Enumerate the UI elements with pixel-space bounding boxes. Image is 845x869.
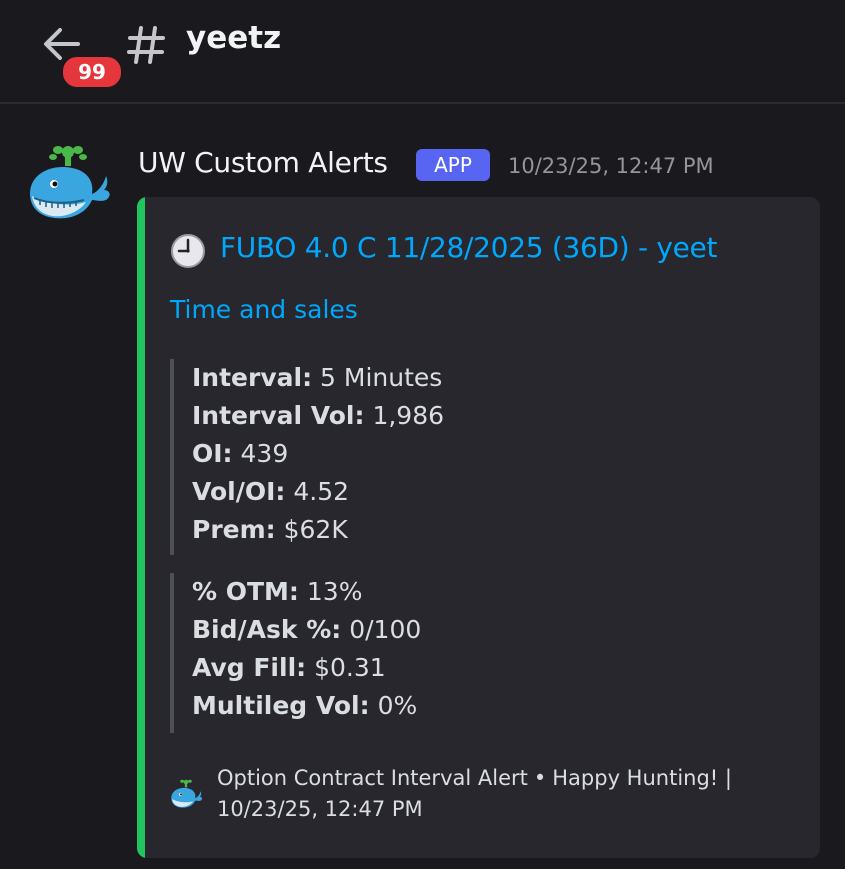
field-label: Vol/OI: [192, 477, 286, 506]
whale-icon[interactable] [24, 140, 112, 226]
field-value: 0% [377, 691, 418, 720]
field-prem: Prem: $62K [192, 511, 444, 549]
notification-badge[interactable]: 99 [60, 54, 124, 90]
author-name[interactable]: UW Custom Alerts [138, 146, 388, 179]
field-vol-oi: Vol/OI: 4.52 [192, 473, 444, 511]
field-value: 5 Minutes [320, 363, 443, 392]
field-bid-ask: Bid/Ask %: 0/100 [192, 611, 421, 649]
field-interval: Interval: 5 Minutes [192, 359, 444, 397]
field-value: 13% [306, 577, 363, 606]
footer-separator: • [533, 766, 547, 790]
field-multileg-vol: Multileg Vol: 0% [192, 687, 421, 725]
message-timestamp: 10/23/25, 12:47 PM [508, 154, 714, 178]
fields-group-secondary: % OTM: 13% Bid/Ask %: 0/100 Avg Fill: $0… [170, 573, 421, 733]
field-label: Prem: [192, 515, 276, 544]
embed-accent-bar [137, 197, 145, 858]
alert-embed: FUBO 4.0 C 11/28/2025 (36D) - yeet Time … [137, 197, 820, 858]
footer-extra: Happy Hunting! | [552, 766, 732, 790]
field-label: Multileg Vol: [192, 691, 370, 720]
app-badge: APP [416, 149, 490, 181]
hash-icon [127, 26, 165, 64]
embed-footer: Option Contract Interval Alert • Happy Hun… [217, 763, 797, 825]
channel-header: 99 yeetz [0, 0, 845, 104]
channel-name[interactable]: yeetz [186, 20, 281, 56]
field-value: $62K [283, 515, 348, 544]
embed-title-link[interactable]: FUBO 4.0 C 11/28/2025 (36D) - yeet [220, 231, 717, 264]
field-label: Interval: [192, 363, 313, 392]
field-value: 4.52 [293, 477, 350, 506]
field-avg-fill: Avg Fill: $0.31 [192, 649, 421, 687]
field-oi: OI: 439 [192, 435, 444, 473]
field-label: Interval Vol: [192, 401, 365, 430]
field-label: Avg Fill: [192, 653, 307, 682]
footer-text: Option Contract Interval Alert [217, 766, 528, 790]
whale-icon [171, 779, 203, 808]
clock-icon [171, 234, 205, 268]
time-and-sales-link[interactable]: Time and sales [170, 295, 358, 324]
field-value: 0/100 [349, 615, 422, 644]
field-value: $0.31 [314, 653, 386, 682]
field-interval-vol: Interval Vol: 1,986 [192, 397, 444, 435]
field-otm: % OTM: 13% [192, 573, 421, 611]
field-label: Bid/Ask %: [192, 615, 342, 644]
field-value: 1,986 [372, 401, 445, 430]
field-value: 439 [240, 439, 289, 468]
footer-timestamp: 10/23/25, 12:47 PM [217, 797, 423, 821]
fields-group-primary: Interval: 5 Minutes Interval Vol: 1,986 … [170, 359, 444, 555]
field-label: % OTM: [192, 577, 299, 606]
field-label: OI: [192, 439, 233, 468]
